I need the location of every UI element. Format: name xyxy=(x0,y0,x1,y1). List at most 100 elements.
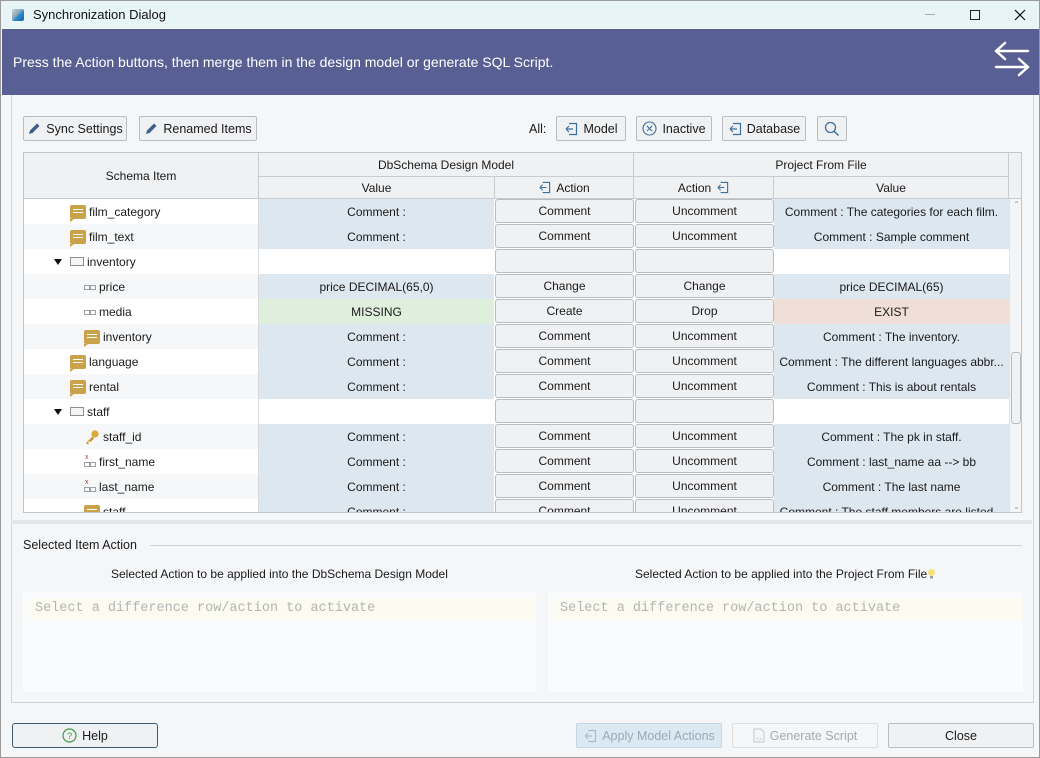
project-file-action-button[interactable]: Uncomment xyxy=(635,199,774,223)
design-model-action-button[interactable] xyxy=(495,249,634,273)
project-file-action-button[interactable]: Change xyxy=(635,274,774,298)
schema-item-cell[interactable]: film_category xyxy=(24,199,259,224)
schema-item-cell[interactable]: staff_id xyxy=(24,424,259,449)
project-file-action-button[interactable]: Uncomment xyxy=(635,449,774,473)
scroll-thumb[interactable] xyxy=(1011,352,1021,424)
comment-icon xyxy=(70,354,86,372)
scroll-down-icon[interactable]: ⌄ xyxy=(1010,501,1021,512)
close-icon xyxy=(1014,9,1026,20)
design-model-action-button[interactable]: Comment xyxy=(495,349,634,373)
renamed-items-button[interactable]: Renamed Items xyxy=(139,116,257,141)
table-row[interactable]: language Comment : Comment Uncomment Comment… xyxy=(24,349,1009,374)
project-file-action-button[interactable]: Uncomment xyxy=(635,424,774,448)
project-file-action-button[interactable] xyxy=(635,249,774,273)
schema-item-cell[interactable]: language xyxy=(24,349,259,374)
vertical-scrollbar[interactable]: ⌃ ⌄ xyxy=(1009,199,1021,512)
search-button[interactable] xyxy=(817,116,847,141)
design-model-value: Comment : xyxy=(259,349,494,374)
table-row[interactable]: x last_name Comment : Comment Uncomment Comme… xyxy=(24,474,1009,499)
search-icon xyxy=(824,121,839,136)
apply-model-actions-button[interactable]: Apply Model Actions xyxy=(576,723,722,748)
header-right-action[interactable]: Action xyxy=(634,177,774,199)
all-database-button[interactable]: Database xyxy=(722,116,806,141)
table-row[interactable]: staff_id Comment : Comment Uncomment Comment… xyxy=(24,424,1009,449)
design-model-action-button[interactable]: Comment xyxy=(495,499,634,512)
design-model-action-button[interactable]: Comment xyxy=(495,224,634,248)
design-model-value: Comment : xyxy=(259,374,494,399)
project-file-action-button[interactable]: Uncomment xyxy=(635,324,774,348)
panel-splitter[interactable] xyxy=(11,520,1032,524)
comment-icon xyxy=(84,329,100,347)
schema-item-cell[interactable]: price xyxy=(24,274,259,299)
design-model-value xyxy=(259,399,494,424)
schema-item-cell[interactable]: media xyxy=(24,299,259,324)
header-left-action[interactable]: Action xyxy=(495,177,634,199)
comment-icon xyxy=(70,229,86,247)
project-file-action-button[interactable]: Uncomment xyxy=(635,499,774,512)
project-file-action-button[interactable] xyxy=(635,399,774,423)
design-model-action-button[interactable]: Comment xyxy=(495,424,634,448)
table-row[interactable]: price price DECIMAL(65,0) Change Change pric… xyxy=(24,274,1009,299)
expand-toggle-icon[interactable] xyxy=(54,408,62,415)
project-file-action-button[interactable]: Uncomment xyxy=(635,474,774,498)
database-label: Database xyxy=(746,121,801,136)
scroll-up-icon[interactable]: ⌃ xyxy=(1010,199,1021,211)
schema-item-name: film_category xyxy=(89,204,161,219)
sync-settings-button[interactable]: Sync Settings xyxy=(23,116,127,141)
table-row[interactable]: inventory Comment : Comment Uncomment Commen… xyxy=(24,324,1009,349)
header-right-value[interactable]: Value xyxy=(774,177,1009,199)
schema-item-cell[interactable]: x first_name xyxy=(24,449,259,474)
design-model-action-button[interactable]: Comment xyxy=(495,374,634,398)
table-row[interactable]: film_category Comment : Comment Uncomment Co… xyxy=(24,199,1009,224)
sync-difference-table: Schema Item DbSchema Design Model Projec… xyxy=(23,152,1022,513)
schema-item-cell[interactable]: staff xyxy=(24,399,259,424)
schema-item-cell[interactable]: film_text xyxy=(24,224,259,249)
close-window-button[interactable] xyxy=(997,1,1040,28)
table-row[interactable]: x first_name Comment : Comment Uncomment Comm… xyxy=(24,449,1009,474)
project-file-action-button[interactable]: Uncomment xyxy=(635,374,774,398)
schema-item-name: price xyxy=(99,279,126,294)
maximize-icon xyxy=(970,9,980,20)
project-file-action-button[interactable]: Drop xyxy=(635,299,774,323)
project-file-value xyxy=(774,249,1009,274)
table-row[interactable]: media MISSING Create Drop EXIST xyxy=(24,299,1009,324)
left-action-panel[interactable]: Select a difference row/action to activa… xyxy=(23,592,536,692)
project-file-action-button[interactable]: Uncomment xyxy=(635,224,774,248)
project-file-action-button[interactable]: Uncomment xyxy=(635,349,774,373)
lightbulb-icon xyxy=(928,569,936,579)
all-model-button[interactable]: Model xyxy=(556,116,626,141)
design-model-action-button[interactable]: Comment xyxy=(495,449,634,473)
design-model-action-button[interactable] xyxy=(495,399,634,423)
design-model-action-button[interactable]: Comment xyxy=(495,199,634,223)
table-row[interactable]: staff Comment : Comment Uncomment Comment : … xyxy=(24,499,1009,512)
header-left-value[interactable]: Value xyxy=(259,177,495,199)
schema-item-cell[interactable]: inventory xyxy=(24,249,259,274)
header-schema-item[interactable]: Schema Item xyxy=(24,153,259,199)
design-model-value: price DECIMAL(65,0) xyxy=(259,274,494,299)
right-action-panel[interactable]: Select a difference row/action to activa… xyxy=(548,592,1023,692)
minimize-button[interactable] xyxy=(907,1,953,28)
export-right-icon xyxy=(729,122,741,135)
schema-item-cell[interactable]: inventory xyxy=(24,324,259,349)
close-button[interactable]: Close xyxy=(888,723,1034,748)
table-row[interactable]: film_text Comment : Comment Uncomment Commen… xyxy=(24,224,1009,249)
design-model-action-button[interactable]: Comment xyxy=(495,324,634,348)
expand-toggle-icon[interactable] xyxy=(54,258,62,265)
table-row[interactable]: staff xyxy=(24,399,1009,424)
design-model-action-button[interactable]: Change xyxy=(495,274,634,298)
table-row[interactable]: inventory xyxy=(24,249,1009,274)
all-inactive-button[interactable]: Inactive xyxy=(636,116,712,141)
table-row[interactable]: rental Comment : Comment Uncomment Comment :… xyxy=(24,374,1009,399)
svg-text:SQL: SQL xyxy=(755,737,762,741)
generate-script-button[interactable]: SQL Generate Script xyxy=(732,723,878,748)
design-model-action-button[interactable]: Create xyxy=(495,299,634,323)
schema-item-cell[interactable]: x last_name xyxy=(24,474,259,499)
schema-item-cell[interactable]: rental xyxy=(24,374,259,399)
schema-item-cell[interactable]: staff xyxy=(24,499,259,512)
help-button[interactable]: ? Help xyxy=(12,723,158,748)
design-model-action-button[interactable]: Comment xyxy=(495,474,634,498)
maximize-button[interactable] xyxy=(952,1,998,28)
help-icon: ? xyxy=(62,728,77,743)
apply-model-actions-label: Apply Model Actions xyxy=(602,728,715,743)
export-right-icon xyxy=(717,181,729,194)
